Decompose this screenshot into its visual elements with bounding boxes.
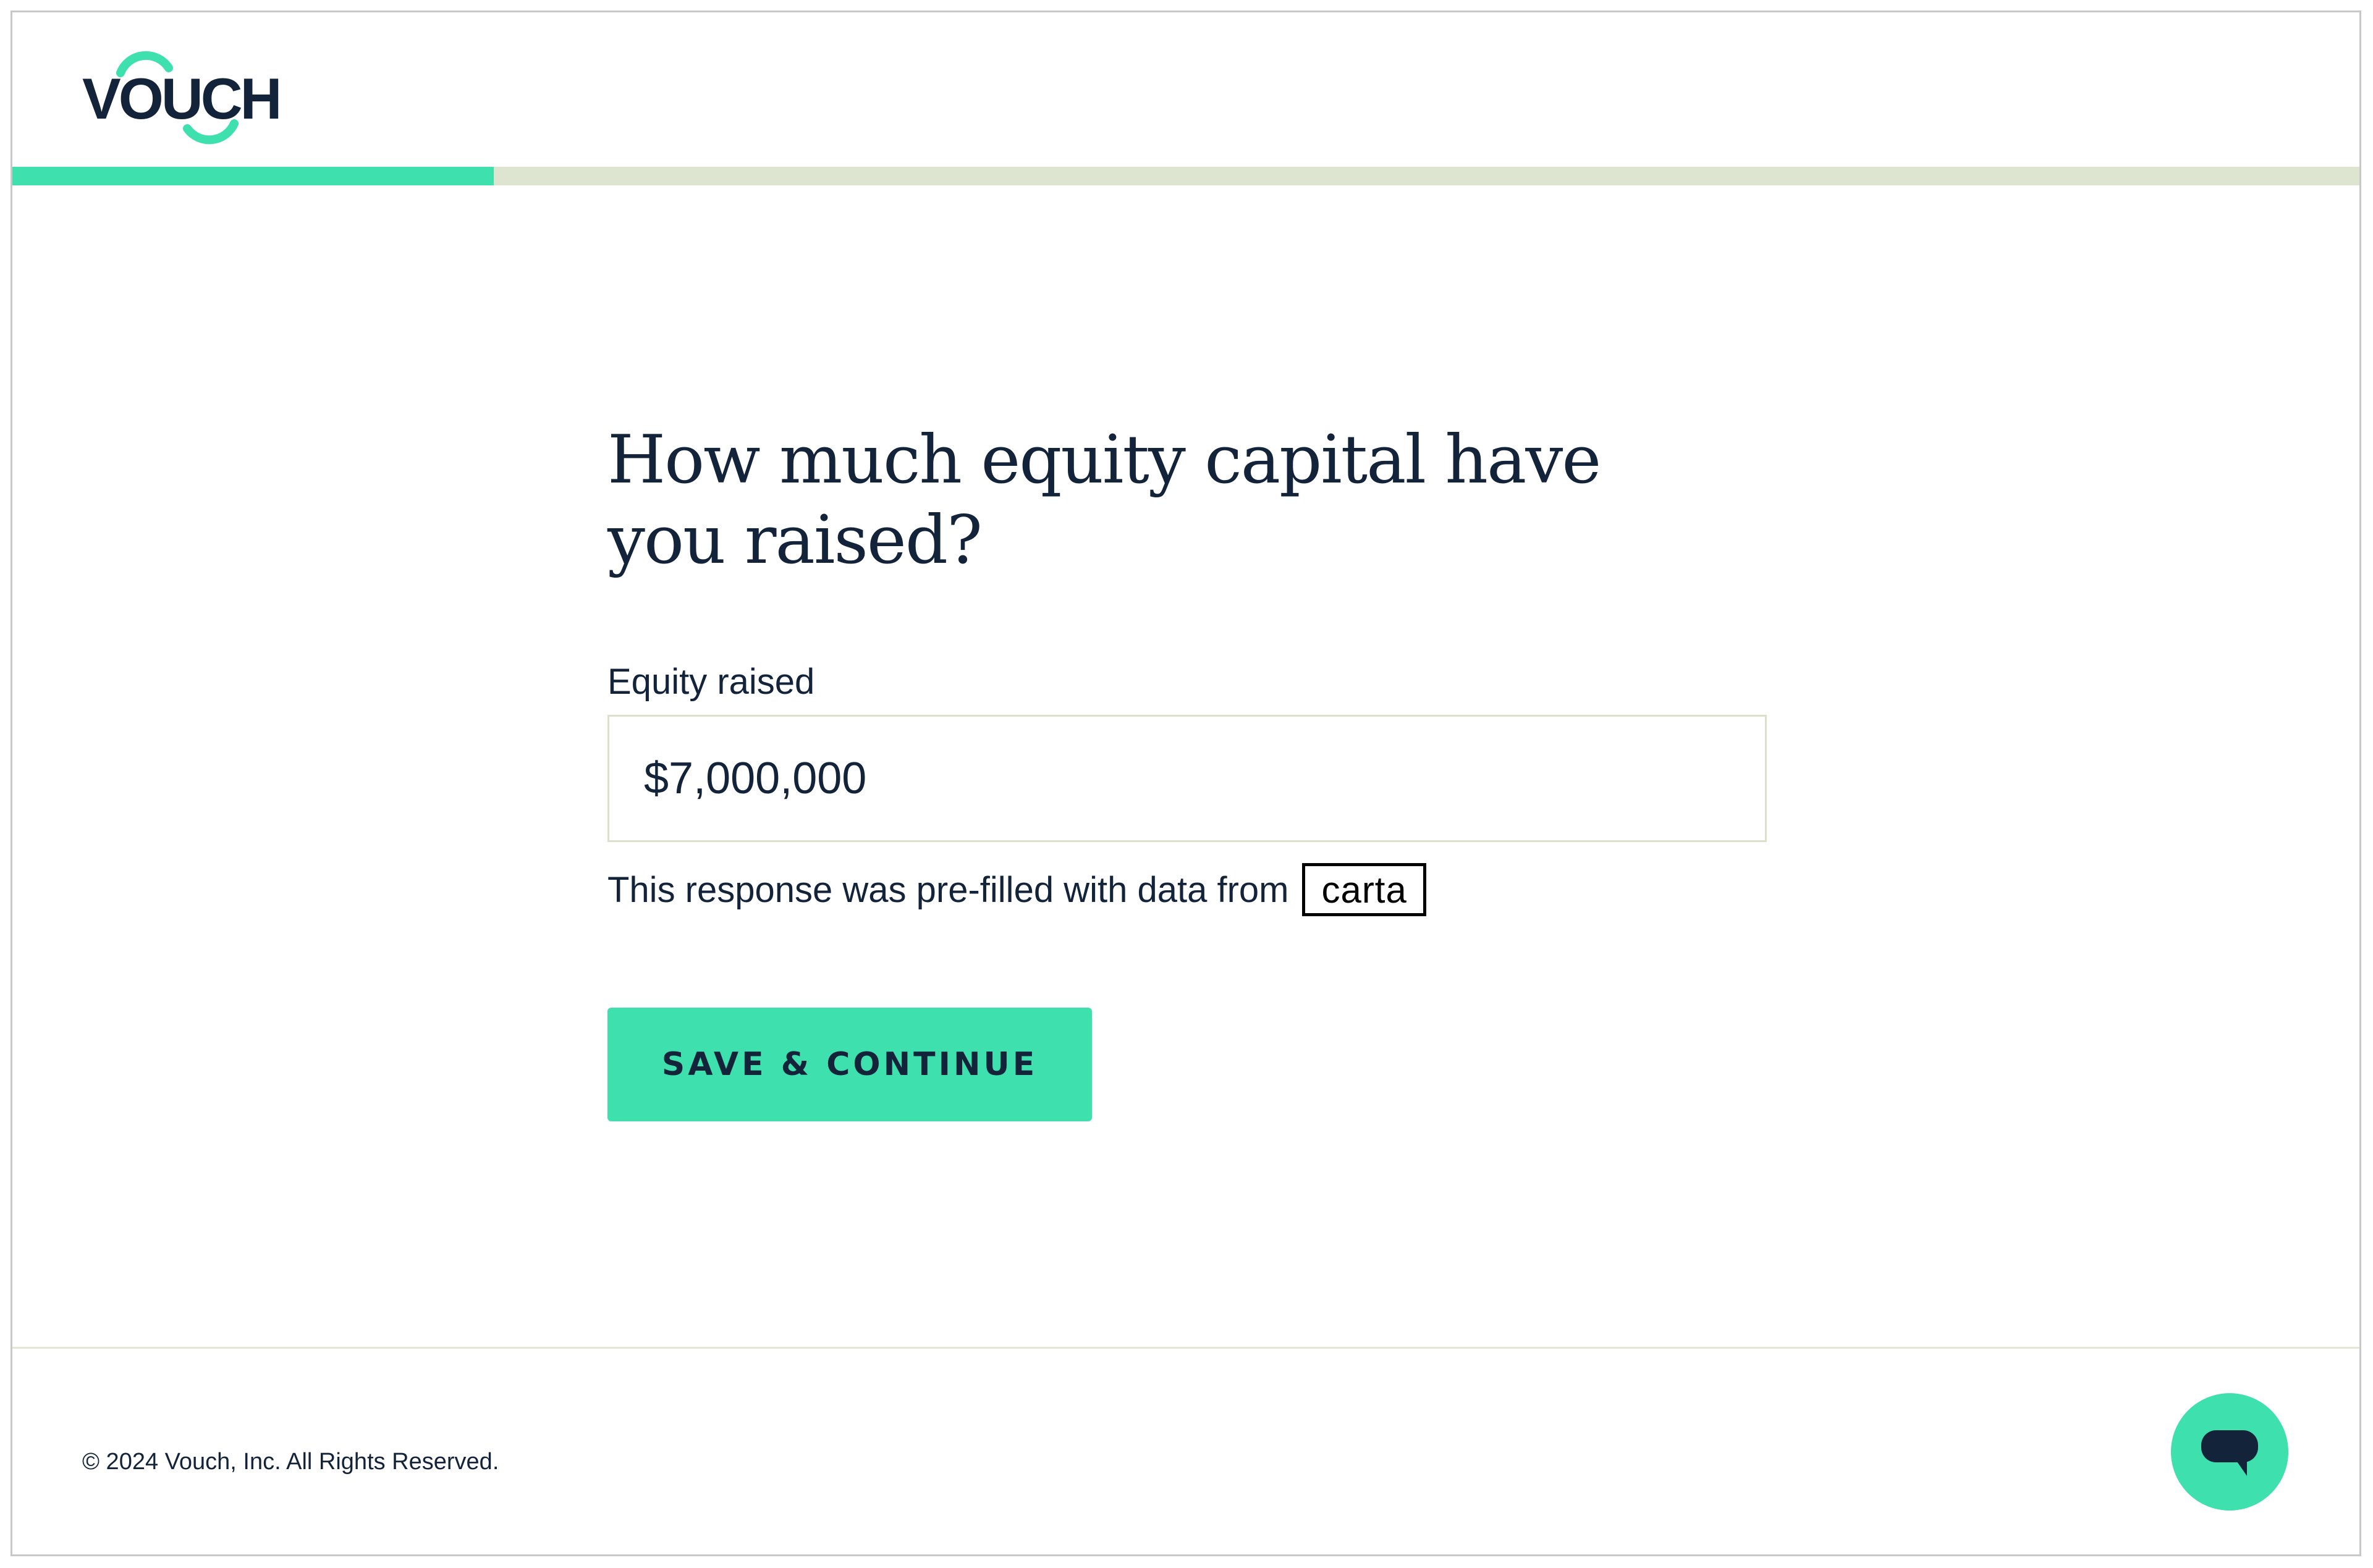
page-frame: VOUCH How much equity capital have you r… [11,11,2361,1556]
copyright-text: © 2024 Vouch, Inc. All Rights Reserved. [82,1449,499,1475]
save-and-continue-button[interactable]: SAVE & CONTINUE [607,1008,1092,1121]
progress-bar-fill [12,167,494,185]
footer-divider [12,1347,2359,1349]
carta-logo: carta [1302,863,1426,916]
question-form: How much equity capital have you raised?… [607,420,1782,1121]
prefill-text: This response was pre-filled with data f… [607,869,1289,910]
progress-bar [12,167,2359,185]
chat-button[interactable] [2171,1393,2288,1511]
vouch-logo[interactable]: VOUCH [82,49,282,148]
prefill-notice: This response was pre-filled with data f… [607,862,1426,917]
equity-raised-input[interactable] [607,715,1767,842]
question-title: How much equity capital have you raised? [607,421,1601,579]
equity-raised-label: Equity raised [607,662,815,702]
logo-wordmark: VOUCH [82,66,282,131]
header: VOUCH [12,12,2359,167]
chat-bubble-icon [2201,1430,2258,1476]
